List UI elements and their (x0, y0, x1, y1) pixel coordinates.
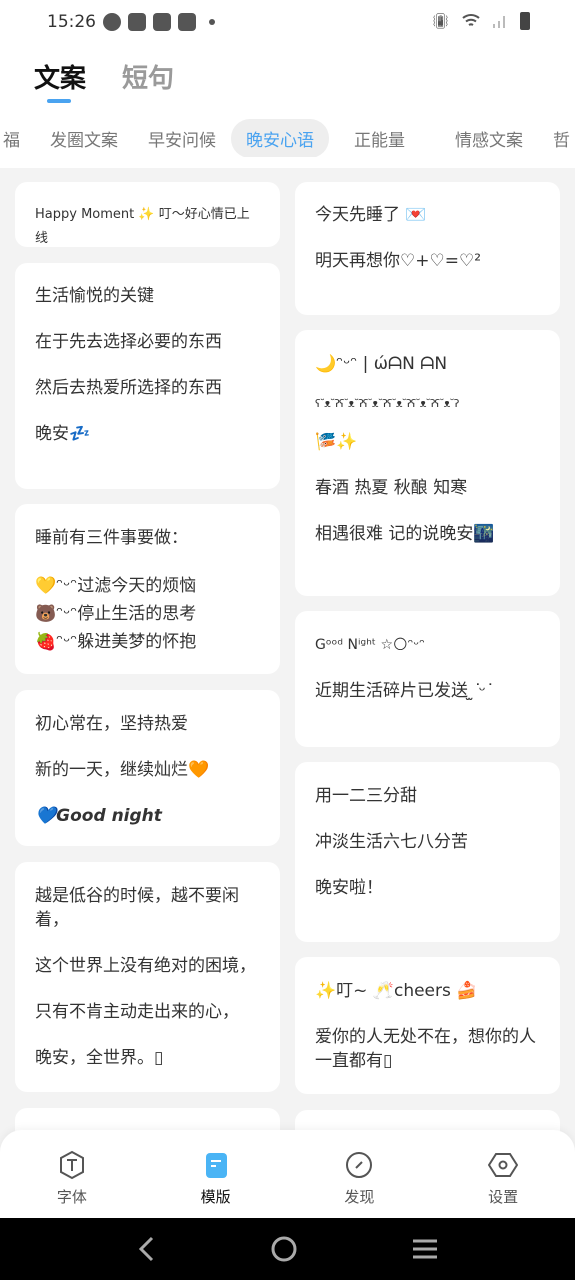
card-line: 晚安啦！ (315, 878, 383, 898)
battery-icon (520, 12, 530, 30)
compass-icon (346, 1152, 373, 1178)
header: 15:26 📳︎ 文案 短句 福 发圈文案 早安问候 晚安心语 正能量 情感文案… (0, 0, 575, 168)
quote-card[interactable]: 睡前有三件事要做： 💛ᵔᵕᵔ过滤今天的烦恼 🐻ᵔᵕᵔ停止生活的思考 🍓ᵔᵕᵔ躲进… (15, 504, 280, 674)
home-icon[interactable] (271, 1236, 297, 1262)
bag-icon (153, 13, 171, 31)
card-line: 冲淡生活六七八分苦 (315, 832, 468, 852)
card-line: 晚安💤 (35, 424, 91, 444)
card-line: 新的一天，继续灿烂🧡 (35, 760, 210, 780)
nav-template[interactable]: 模版 (166, 1130, 266, 1218)
nav-label: 字体 (56, 1188, 87, 1206)
card-line: Happy Moment ✨ 叮～好心情已上线 (35, 207, 250, 246)
nav-label: 设置 (488, 1188, 519, 1206)
quote-card[interactable]: 🌙ᵔᵕᵔ | ώᗩN ᗩN ʕ˘ᴥ˘ʔʕ˘ᴥ˘ʔʕ˘ᴥ˘ʔʕ˘ᴥ˘ʔʕ˘ᴥ˘ʔʕ… (295, 330, 560, 596)
nav-discover[interactable]: 发现 (309, 1130, 409, 1218)
quote-card[interactable]: Happy Moment ✨ 叮～好心情已上线 (15, 182, 280, 247)
nav-label: 发现 (344, 1188, 375, 1206)
quote-card[interactable]: 越是低谷的时候，越不要闲着， 这个世界上没有绝对的困境， 只有不肯主动走出来的心… (15, 862, 280, 1092)
status-bar: 15:26 (47, 12, 215, 32)
quote-card[interactable]: 今天先睡了 💌 明天再想你♡+♡=♡² (295, 182, 560, 315)
tab-short-sentences[interactable]: 短句 (122, 58, 174, 95)
category-tab[interactable]: 哲 (538, 119, 575, 157)
card-line: 初心常在，坚持热爱 (35, 714, 188, 734)
recents-icon[interactable] (412, 1238, 438, 1260)
speedometer-icon (103, 13, 121, 31)
category-tab-active[interactable]: 晚安心语 (231, 119, 329, 157)
card-line: 💙Good night (35, 806, 162, 826)
card-line: 生活愉悦的关键 (35, 286, 154, 306)
bag-icon (128, 13, 146, 31)
vibrate-icon: 📳︎ (430, 12, 450, 30)
bag-icon (178, 13, 196, 31)
font-icon (59, 1150, 84, 1180)
template-icon (205, 1153, 227, 1178)
category-tab[interactable]: 福 (0, 119, 35, 157)
card-line: ʕ˘ᴥ˘ʔʕ˘ᴥ˘ʔʕ˘ᴥ˘ʔʕ˘ᴥ˘ʔʕ˘ᴥ˘ʔʕ˘ᴥ˘ʔ (315, 397, 459, 410)
card-line: 春酒 热夏 秋酿 知寒 (315, 478, 468, 498)
category-tabs: 福 发圈文案 早安问候 晚安心语 正能量 情感文案 哲 (0, 119, 575, 157)
quote-card[interactable]: 用一二三分甜 冲淡生活六七八分苦 晚安啦！ (295, 762, 560, 942)
quote-card[interactable]: Gᵒᵒᵈ Nⁱᵍʰᵗ ☆🌕ᵔᵕᵔ 近期生活碎片已发送 ̫ ͘ᵕ ͘ (295, 611, 560, 747)
wifi-icon (462, 14, 480, 26)
card-line: 在于先去选择必要的东西 (35, 332, 222, 352)
signal-icon (493, 16, 505, 28)
bottom-nav: 字体 模版 发现 设置 (0, 1130, 575, 1218)
card-line: 🐻ᵔᵕᵔ停止生活的思考 (35, 604, 197, 624)
card-line: 晚安，全世界。▯ (35, 1048, 164, 1068)
card-line: 🎏✨ (315, 432, 358, 452)
nav-settings[interactable]: 设置 (453, 1130, 553, 1218)
nav-font[interactable]: 字体 (22, 1130, 122, 1218)
card-line: 💛ᵔᵕᵔ过滤今天的烦恼 (35, 576, 197, 596)
card-line: 这个世界上没有绝对的困境， (35, 956, 256, 976)
back-icon[interactable] (137, 1236, 157, 1262)
card-line: 用一二三分甜 (315, 786, 417, 806)
quote-card[interactable]: ✨叮~ 🥂cheers 🍰 爱你的人无处不在，想你的人一直都有▯ (295, 957, 560, 1094)
category-tab[interactable]: 情感文案 (440, 119, 538, 157)
category-tab[interactable]: 早安问候 (133, 119, 231, 157)
category-tab[interactable]: 正能量 (339, 119, 420, 157)
card-line: 然后去热爱所选择的东西 (35, 378, 222, 398)
dot-icon (209, 19, 215, 25)
settings-icon (488, 1153, 519, 1177)
main-tabs: 文案 短句 (34, 58, 174, 103)
card-line: ✨叮~ 🥂cheers 🍰 (315, 981, 478, 1001)
card-line: 相遇很难 记的说晚安🌃 (315, 524, 495, 544)
card-line: 睡前有三件事要做： (35, 528, 188, 548)
system-nav-bar (0, 1218, 575, 1280)
card-line: 🌙ᵔᵕᵔ | ώᗩN ᗩN (315, 354, 448, 374)
quote-card[interactable]: 生活愉悦的关键 在于先去选择必要的东西 然后去热爱所选择的东西 晚安💤 (15, 263, 280, 489)
card-line: Gᵒᵒᵈ Nⁱᵍʰᵗ ☆🌕ᵔᵕᵔ (315, 637, 425, 653)
tab-copywriting[interactable]: 文案 (34, 58, 86, 103)
card-line: 只有不肯主动走出来的心， (35, 1002, 239, 1022)
card-line: 爱你的人无处不在，想你的人一直都有▯ (315, 1027, 536, 1071)
card-line: 今天先睡了 💌 (315, 205, 427, 225)
status-icons: 📳︎ (431, 12, 530, 30)
card-line: 越是低谷的时候，越不要闲着， (35, 886, 239, 930)
card-line: 近期生活碎片已发送 ̫ ͘ᵕ ͘ (315, 681, 492, 701)
card-line: 🍓ᵔᵕᵔ躲进美梦的怀抱 (35, 632, 197, 652)
nav-label: 模版 (200, 1188, 231, 1206)
clock: 15:26 (47, 12, 96, 32)
card-line: 明天再想你♡+♡=♡² (315, 251, 482, 271)
category-tab[interactable]: 发圈文案 (35, 119, 133, 157)
quote-card[interactable]: 初心常在，坚持热爱 新的一天，继续灿烂🧡 💙Good night (15, 690, 280, 846)
